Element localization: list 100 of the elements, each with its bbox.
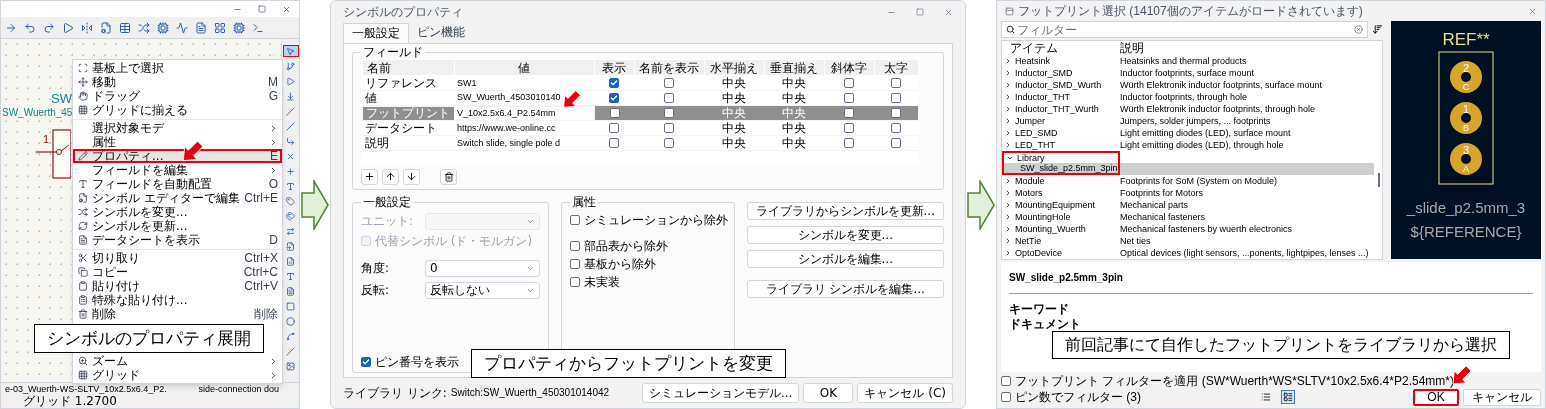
menu-item[interactable]: 削除 削除 [73,307,282,321]
checkbox[interactable] [664,78,674,88]
table-icon[interactable] [119,21,131,34]
tree-row[interactable]: Motors Footprints for Motors [1002,187,1374,199]
checkbox[interactable] [844,93,854,103]
checkbox[interactable] [361,357,371,367]
action-button[interactable]: ライブラリからシンボルを更新... [746,201,944,220]
toolbar-button[interactable] [382,168,399,185]
menu-item[interactable]: フィールドを編集 [73,163,282,177]
dropdown[interactable]: 0 [425,259,540,277]
menu-item[interactable]: 選択対象モデ [73,121,282,135]
checkbox[interactable] [569,214,580,225]
document-icon[interactable] [195,21,207,34]
checkbox[interactable] [844,123,854,133]
terminal-icon[interactable] [252,21,264,34]
table-row[interactable]: リファレンス SW1 中央 中央 [362,75,918,91]
menu-item[interactable]: ドラッグ G [73,89,282,103]
dialog-button[interactable]: シミュレーションモデル... [642,383,800,403]
checkbox[interactable] [569,240,580,251]
redo-icon[interactable] [43,21,55,34]
checkbox[interactable] [664,93,674,103]
tree-row[interactable]: OptoDevice Optical devices (light sensors, ...ponents, lightpipes, lenses ...) [1002,247,1374,259]
table-row[interactable]: データシート https://www.we-online.cc 中央 中央 [362,120,918,136]
arrow-right-icon[interactable] [5,21,17,34]
waveform-icon[interactable] [176,21,188,34]
table-row[interactable]: 説明 Switch slide, single pole d 中央 中央 [362,135,918,151]
menu-item[interactable]: グリッドに揃える [73,103,282,117]
menu-item[interactable]: 貼り付け Ctrl+V [73,279,282,293]
checkbox[interactable] [569,258,580,269]
checkbox[interactable] [844,78,854,88]
chip-icon[interactable] [157,21,169,34]
menu-item[interactable]: シンボルを更新... [73,219,282,233]
tree-row[interactable]: Inductor_SMD_Wurth Würth Elektronik inductor footprints, surface mount [1002,79,1374,91]
tree-row[interactable]: NetTie Net ties [1002,235,1374,247]
maximize-icon[interactable] [258,5,266,13]
tree-row[interactable]: Mounting_Wuerth Mechanical fasteners by wuerth electronics [1002,223,1374,235]
toolbar-button[interactable] [361,168,378,185]
menu-item[interactable]: 特殊な貼り付け... [73,293,282,307]
checkbox[interactable] [891,78,901,88]
tree-row[interactable]: MountingEquipment Mechanical parts [1002,199,1374,211]
tree-row[interactable]: Inductor_SMD Inductor footprints, surface mount [1002,67,1374,79]
clear-icon[interactable] [1354,25,1363,34]
tool-button[interactable] [282,45,299,57]
shuffle-icon[interactable] [138,21,150,34]
menu-item[interactable]: フィールドを自動配置 O [73,177,282,191]
action-button[interactable]: ライブラリ シンボルを編集... [746,279,944,298]
menu-item[interactable]: プロパティ... E [73,149,282,163]
undo-icon[interactable] [24,21,36,34]
menu-item[interactable]: 移動 M [73,75,282,89]
close-icon[interactable] [944,7,953,17]
tree-row[interactable]: SW_slide_p2.5mm_3pin [1002,163,1374,175]
tree-row[interactable]: MountingHole Mechanical fasteners [1002,211,1374,223]
menu-item[interactable]: シンボルを変更... [73,205,282,219]
tree-row[interactable]: Heatsink Heatsinks and thermal products [1002,55,1374,67]
checkbox[interactable] [891,138,901,148]
checkbox[interactable] [569,276,580,287]
checkbox[interactable] [891,123,901,133]
checkbox[interactable] [609,93,619,103]
table-row[interactable]: フットプリント V_10x2.5x6.4_P2.54mm 中央 中央 [362,105,918,121]
menu-item[interactable]: 切り取り Ctrl+X [73,251,282,265]
filter-input[interactable]: フィルター [1017,22,1352,37]
checkbox[interactable] [609,138,619,148]
dialog-button[interactable]: キャンセル [1463,388,1541,406]
checkbox[interactable] [1001,392,1011,402]
tree-row[interactable]: Jumper Jumpers, solder jumpers, ... footprints [1002,115,1374,127]
checkbox[interactable] [844,108,854,118]
menu-item[interactable]: シンボル エディターで編集 Ctrl+E [73,191,282,205]
chevron-down-icon[interactable] [1006,154,1014,162]
checkbox[interactable] [1001,376,1011,386]
checkbox[interactable] [609,108,620,118]
tree-row[interactable]: LED_SMD Light emitting diodes (LED), surface mount [1002,127,1374,139]
dialog-button[interactable]: キャンセル (C) [857,383,953,403]
tree-row[interactable]: Inductor_THT_Wurth Würth Elektronik inductor footprints, through hole [1002,103,1374,115]
file-gear-icon[interactable] [100,21,112,34]
view-toggle[interactable] [1281,390,1295,404]
tree-row[interactable]: LED_THT Light emitting diodes (LED), through hole [1002,139,1374,151]
checkbox[interactable] [609,78,619,88]
checkbox[interactable] [664,108,674,118]
checkbox[interactable] [609,123,619,133]
sort-icon[interactable] [1372,24,1383,35]
tree-row[interactable]: Inductor_THT Inductor footprints, through hole [1002,91,1374,103]
checkbox[interactable] [664,123,674,133]
dialog-button[interactable]: OK [1413,388,1459,406]
menu-item[interactable]: 属性 [73,135,282,149]
close-icon[interactable] [1528,6,1537,16]
mirror-icon[interactable] [81,21,93,34]
menu-item[interactable]: コピー Ctrl+C [73,265,282,279]
checkbox[interactable] [844,138,854,148]
action-button[interactable]: シンボルを編集... [746,249,944,268]
view-toggle[interactable] [1259,390,1273,404]
action-button[interactable]: シンボルを変更... [746,225,944,244]
filter-field[interactable]: フィルター [1001,21,1368,38]
triangle-icon[interactable] [62,21,74,34]
menu-item[interactable]: グリッド [73,368,282,382]
menu-item[interactable]: データシートを表示 D [73,233,282,247]
tree-row[interactable]: Module Footprints for SoM (System on Module) [1002,175,1374,187]
tab[interactable]: 一般設定 [343,23,409,43]
checkbox[interactable] [891,108,901,118]
dropdown[interactable]: 反転しない [425,281,540,299]
checkbox[interactable] [891,93,901,103]
